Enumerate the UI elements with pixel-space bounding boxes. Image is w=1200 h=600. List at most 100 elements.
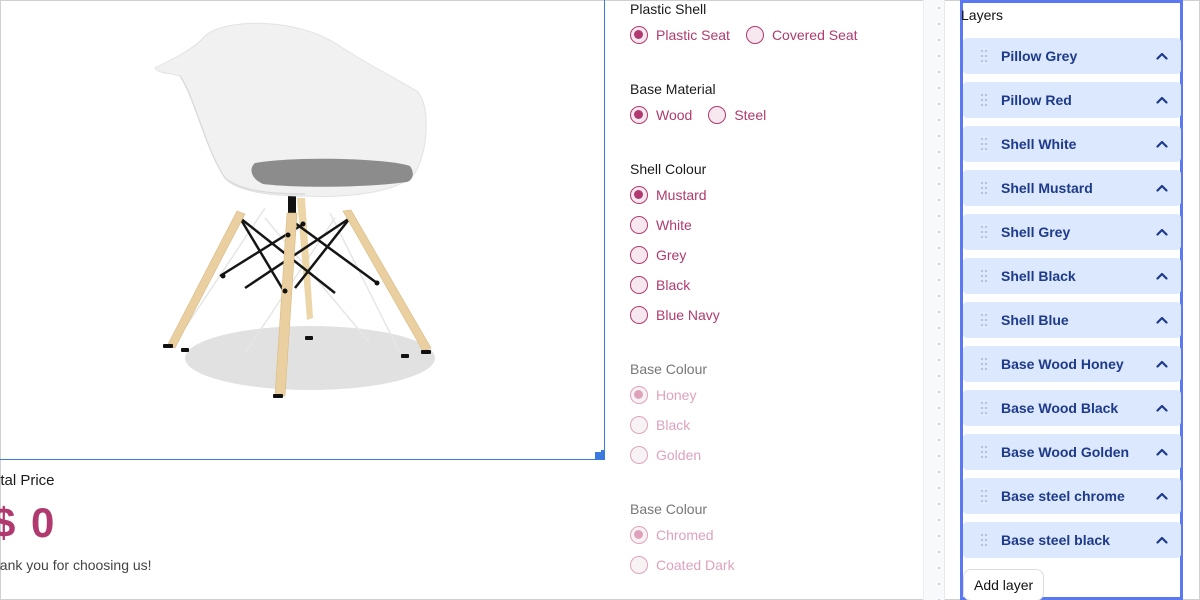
- radio-label: Mustard: [656, 187, 707, 203]
- thank-you-message: hank you for choosing us!: [0, 557, 152, 573]
- radio-checked-icon[interactable]: [630, 186, 648, 204]
- layer-name: Shell Grey: [1001, 224, 1071, 240]
- radio-option[interactable]: Wood: [630, 100, 692, 130]
- radio-option[interactable]: Blue Navy: [630, 300, 920, 330]
- drag-handle-icon[interactable]: [981, 94, 989, 106]
- chevron-up-icon[interactable]: [1147, 46, 1177, 66]
- radio-option[interactable]: Covered Seat: [745, 20, 858, 50]
- radio-checked-icon[interactable]: [630, 386, 648, 404]
- radio-label: Golden: [656, 447, 702, 463]
- radio-option[interactable]: Honey: [630, 380, 920, 410]
- radio-group: Mustard White Grey Black Blue Navy: [630, 180, 920, 330]
- chevron-up-icon[interactable]: [1147, 530, 1177, 550]
- chevron-up-icon[interactable]: [1147, 442, 1177, 462]
- radio-option[interactable]: Steel: [708, 100, 766, 130]
- drag-handle-icon[interactable]: [981, 314, 989, 326]
- radio-label: Grey: [656, 247, 687, 263]
- radio-unchecked-icon[interactable]: [630, 446, 648, 464]
- radio-option[interactable]: Coated Dark: [630, 550, 920, 580]
- radio-label: Steel: [734, 107, 767, 123]
- layer-name: Base steel black: [1001, 532, 1110, 548]
- layer-item[interactable]: Shell Blue: [963, 302, 1181, 338]
- radio-group: Wood Steel: [630, 100, 920, 130]
- layers-panel: Layers Pillow Grey Pillow Red Shell White S…: [960, 0, 1183, 600]
- drag-handle-icon[interactable]: [981, 534, 989, 546]
- layer-list: Pillow Grey Pillow Red Shell White Shell Mu…: [963, 38, 1181, 566]
- chevron-up-icon[interactable]: [1147, 134, 1177, 154]
- radio-group: Chromed Coated Dark: [630, 520, 920, 580]
- radio-option[interactable]: Black: [630, 270, 920, 300]
- layer-item[interactable]: Shell White: [963, 126, 1181, 162]
- radio-unchecked-icon[interactable]: [630, 416, 648, 434]
- chevron-up-icon[interactable]: [1147, 354, 1177, 374]
- radio-group: Honey Black Golden: [630, 380, 920, 470]
- layer-item[interactable]: Base steel chrome: [963, 478, 1181, 514]
- drag-handle-icon[interactable]: [981, 402, 989, 414]
- layer-name: Base Wood Honey: [1001, 356, 1124, 372]
- option-group-title: Base Colour: [630, 501, 708, 517]
- canvas-gutter: [923, 0, 945, 600]
- layer-item[interactable]: Base Wood Golden: [963, 434, 1181, 470]
- radio-option[interactable]: Chromed: [630, 520, 920, 550]
- layer-item[interactable]: Pillow Red: [963, 82, 1181, 118]
- option-group-title: Shell Colour: [630, 161, 707, 177]
- layer-name: Base Wood Black: [1001, 400, 1119, 416]
- chevron-up-icon[interactable]: [1147, 222, 1177, 242]
- drag-handle-icon[interactable]: [981, 226, 989, 238]
- layer-item[interactable]: Base Wood Black: [963, 390, 1181, 426]
- chevron-up-icon[interactable]: [1147, 178, 1177, 198]
- radio-unchecked-icon[interactable]: [630, 556, 648, 574]
- radio-checked-icon[interactable]: [630, 106, 648, 124]
- radio-checked-icon[interactable]: [630, 26, 648, 44]
- option-group: Shell Colour Mustard White Grey Black Blue Na…: [630, 160, 920, 330]
- drag-handle-icon[interactable]: [981, 446, 989, 458]
- option-group: Plastic Shell Plastic Seat Covered Seat: [630, 0, 920, 50]
- radio-label: Plastic Seat: [656, 27, 730, 43]
- layer-name: Shell Mustard: [1001, 180, 1093, 196]
- chevron-up-icon[interactable]: [1147, 398, 1177, 418]
- drag-handle-icon[interactable]: [981, 182, 989, 194]
- option-group-title: Base Material: [630, 81, 716, 97]
- radio-checked-icon[interactable]: [630, 526, 648, 544]
- radio-option[interactable]: Golden: [630, 440, 920, 470]
- drag-handle-icon[interactable]: [981, 270, 989, 282]
- total-price-value: $ 0: [0, 499, 57, 546]
- chevron-up-icon[interactable]: [1147, 266, 1177, 286]
- drag-handle-icon[interactable]: [981, 358, 989, 370]
- radio-option[interactable]: Black: [630, 410, 920, 440]
- radio-group: Plastic Seat Covered Seat: [630, 20, 920, 50]
- radio-unchecked-icon[interactable]: [630, 276, 648, 294]
- radio-unchecked-icon[interactable]: [745, 26, 764, 44]
- product-preview: [0, 0, 605, 460]
- chair-image: [154, 22, 435, 398]
- layer-item[interactable]: Shell Mustard: [963, 170, 1181, 206]
- radio-unchecked-icon[interactable]: [630, 246, 648, 264]
- layer-item[interactable]: Base steel black: [963, 522, 1181, 558]
- radio-option[interactable]: Mustard: [630, 180, 920, 210]
- layer-name: Base Wood Golden: [1001, 444, 1130, 460]
- chevron-up-icon[interactable]: [1147, 310, 1177, 330]
- radio-option[interactable]: Plastic Seat: [630, 20, 730, 50]
- add-layer-button[interactable]: Add layer: [963, 569, 1045, 600]
- radio-label: Covered Seat: [771, 27, 858, 43]
- layer-item[interactable]: Pillow Grey: [963, 38, 1181, 74]
- radio-label: White: [656, 217, 692, 233]
- drag-handle-icon[interactable]: [981, 138, 989, 150]
- radio-label: Chromed: [656, 527, 714, 543]
- chevron-up-icon[interactable]: [1147, 90, 1177, 110]
- drag-handle-icon[interactable]: [981, 50, 989, 62]
- drag-handle-icon[interactable]: [981, 490, 989, 502]
- layer-item[interactable]: Base Wood Honey: [963, 346, 1181, 382]
- layer-item[interactable]: Shell Grey: [963, 214, 1181, 250]
- radio-option[interactable]: White: [630, 210, 920, 240]
- radio-unchecked-icon[interactable]: [630, 306, 648, 324]
- resize-handle[interactable]: [595, 450, 605, 460]
- radio-label: Honey: [656, 387, 697, 403]
- radio-unchecked-icon[interactable]: [708, 106, 727, 124]
- chevron-up-icon[interactable]: [1147, 486, 1177, 506]
- layer-item[interactable]: Shell Black: [963, 258, 1181, 294]
- radio-option[interactable]: Grey: [630, 240, 920, 270]
- radio-unchecked-icon[interactable]: [630, 216, 648, 234]
- price-block: otal Price $ 0 hank you for choosing us!: [0, 472, 152, 573]
- total-price-label: otal Price: [0, 472, 55, 489]
